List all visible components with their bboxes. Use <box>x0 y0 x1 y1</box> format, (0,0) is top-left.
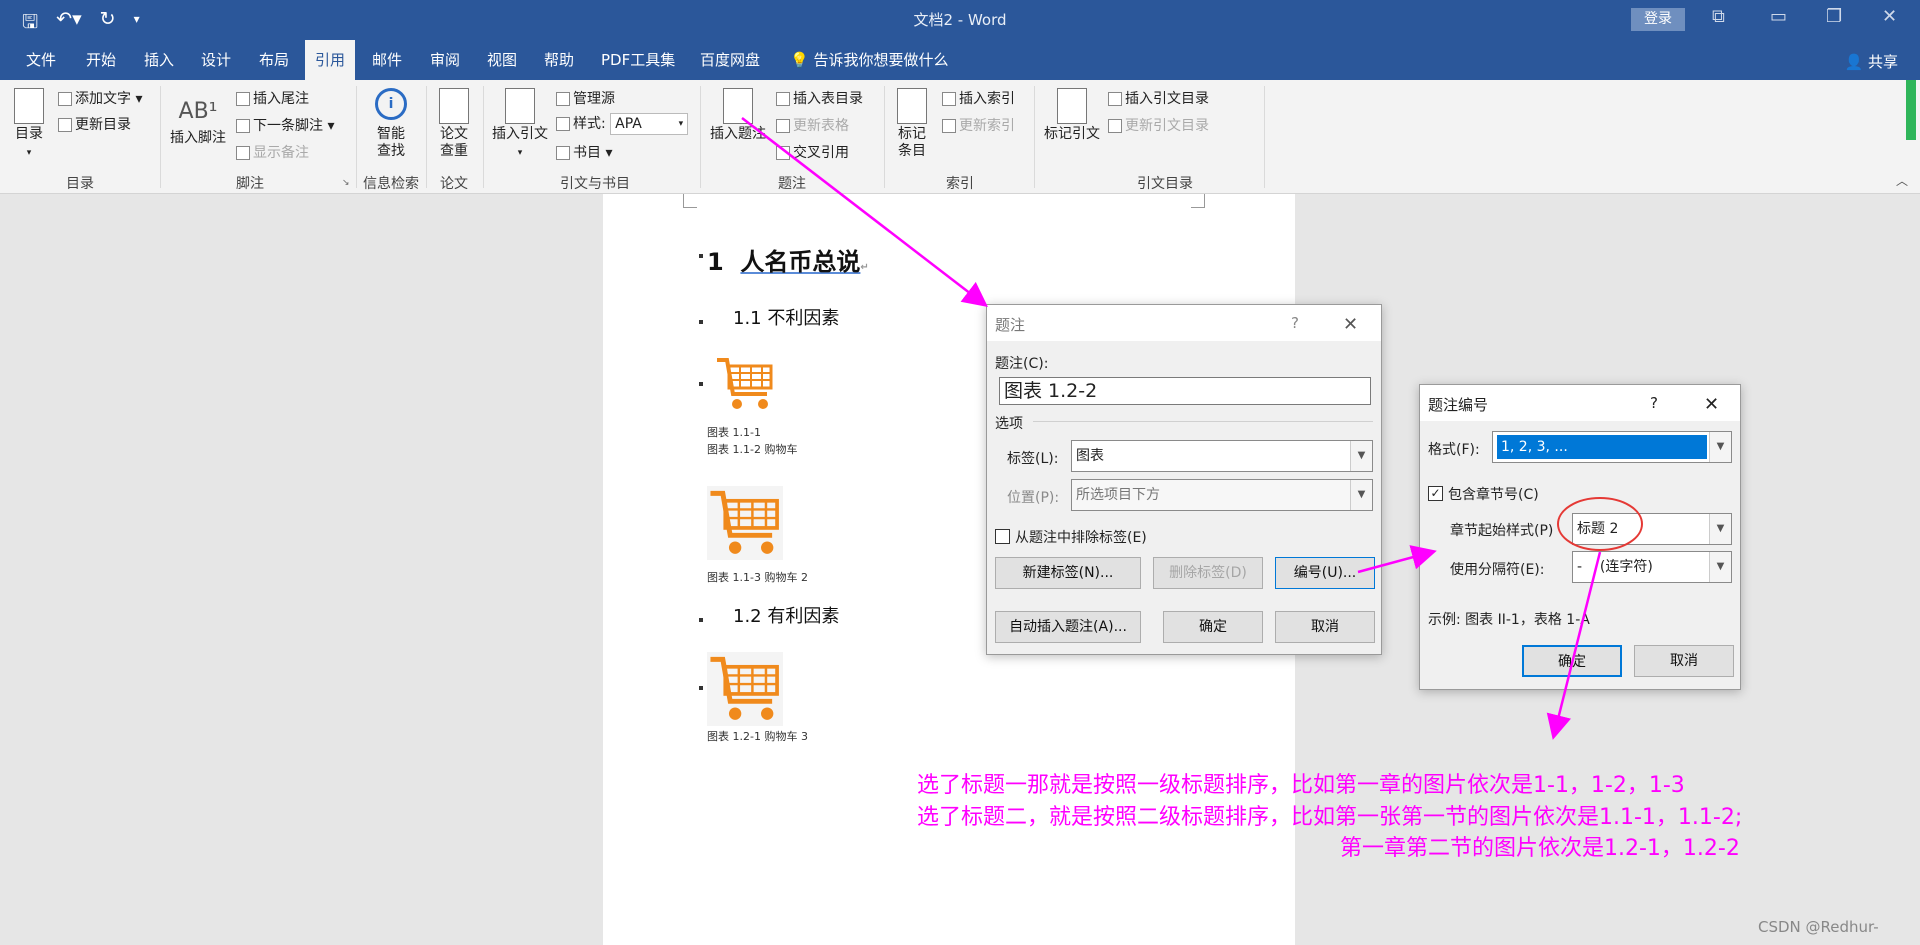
word-window: 🖫 ↶▾ ↻ ▾ 文档2 - Word 登录 ⧉ ▭ ❐ ✕ 文件 开始 插入 … <box>0 0 1920 945</box>
annotation-line-3: 第一章第二节的图片依次是1.2-1，1.2-2 <box>1340 836 1740 861</box>
annotation-arrow <box>1357 545 1437 574</box>
annotation-line-1: 选了标题一那就是按照一级标题排序，比如第一章的图片依次是1-1，1-2，1-3 <box>917 773 1685 798</box>
annotation-arrow <box>1546 551 1602 740</box>
highlight-circle <box>1557 497 1643 551</box>
watermark: CSDN @Redhur- <box>1758 918 1879 936</box>
annotation-arrow <box>741 117 988 308</box>
annotation-line-2: 选了标题二，就是按照二级标题排序，比如第一张第一节的图片依次是1.1-1，1.1… <box>917 805 1743 830</box>
